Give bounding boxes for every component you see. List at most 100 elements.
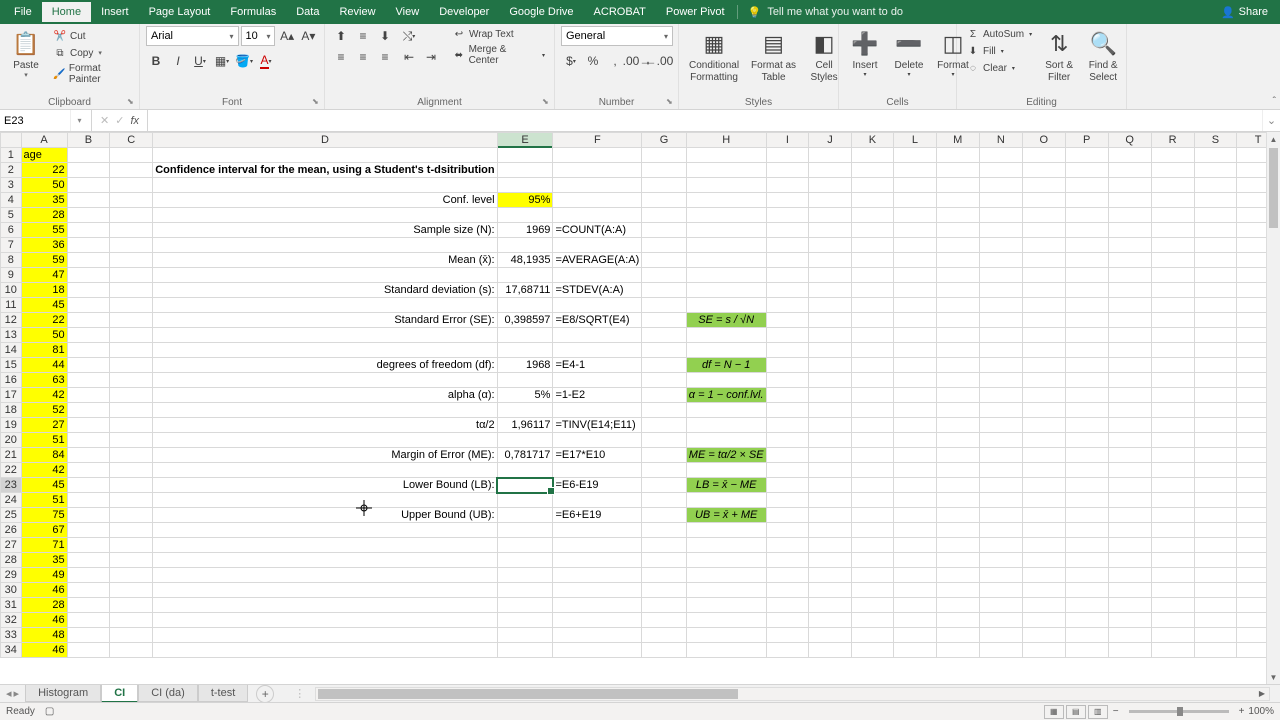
cell-K11[interactable] <box>851 298 894 313</box>
cell-F22[interactable] <box>553 463 642 478</box>
cell-H25[interactable]: UB = x̄ + ME <box>686 508 766 523</box>
col-header-R[interactable]: R <box>1151 133 1194 148</box>
cell-N16[interactable] <box>979 373 1022 388</box>
cell-Q27[interactable] <box>1108 538 1151 553</box>
cell-R31[interactable] <box>1151 598 1194 613</box>
cell-G9[interactable] <box>642 268 686 283</box>
cell-G16[interactable] <box>642 373 686 388</box>
align-left-button[interactable]: ≡ <box>331 47 351 67</box>
cell-G32[interactable] <box>642 613 686 628</box>
cell-B34[interactable] <box>67 643 110 658</box>
sheet-tab-cida[interactable]: CI (da) <box>138 685 198 702</box>
cell-F3[interactable] <box>553 178 642 193</box>
cell-F2[interactable] <box>553 163 642 178</box>
cell-C13[interactable] <box>110 328 153 343</box>
cell-H20[interactable] <box>686 433 766 448</box>
col-header-K[interactable]: K <box>851 133 894 148</box>
cell-C20[interactable] <box>110 433 153 448</box>
cell-C5[interactable] <box>110 208 153 223</box>
col-header-G[interactable]: G <box>642 133 686 148</box>
cell-S32[interactable] <box>1194 613 1237 628</box>
vscroll-thumb[interactable] <box>1269 148 1278 228</box>
cell-B32[interactable] <box>67 613 110 628</box>
cell-O34[interactable] <box>1022 643 1065 658</box>
cell-I14[interactable] <box>766 343 809 358</box>
cell-G33[interactable] <box>642 628 686 643</box>
cell-D30[interactable] <box>153 583 497 598</box>
cell-C14[interactable] <box>110 343 153 358</box>
cell-J3[interactable] <box>809 178 851 193</box>
cell-A21[interactable]: 84 <box>21 448 67 463</box>
cell-N28[interactable] <box>979 553 1022 568</box>
cell-I31[interactable] <box>766 598 809 613</box>
cell-F9[interactable] <box>553 268 642 283</box>
cell-Q30[interactable] <box>1108 583 1151 598</box>
cell-B12[interactable] <box>67 313 110 328</box>
cell-C24[interactable] <box>110 493 153 508</box>
cell-D24[interactable] <box>153 493 497 508</box>
cell-F16[interactable] <box>553 373 642 388</box>
cell-R11[interactable] <box>1151 298 1194 313</box>
collapse-ribbon-button[interactable]: ˆ <box>1273 96 1276 107</box>
cell-N34[interactable] <box>979 643 1022 658</box>
cell-A1[interactable]: age <box>21 148 67 163</box>
cell-N9[interactable] <box>979 268 1022 283</box>
cell-A31[interactable]: 28 <box>21 598 67 613</box>
col-header-L[interactable]: L <box>894 133 936 148</box>
cell-P17[interactable] <box>1065 388 1108 403</box>
cell-C29[interactable] <box>110 568 153 583</box>
cell-E2[interactable] <box>497 163 553 178</box>
cell-S14[interactable] <box>1194 343 1237 358</box>
cell-J12[interactable] <box>809 313 851 328</box>
cell-Q25[interactable] <box>1108 508 1151 523</box>
cell-C30[interactable] <box>110 583 153 598</box>
cell-H3[interactable] <box>686 178 766 193</box>
cell-Q12[interactable] <box>1108 313 1151 328</box>
cell-D25[interactable]: Upper Bound (UB): <box>153 508 497 523</box>
hscroll-thumb[interactable] <box>318 689 738 699</box>
cell-B25[interactable] <box>67 508 110 523</box>
cell-M16[interactable] <box>936 373 979 388</box>
cell-N25[interactable] <box>979 508 1022 523</box>
cell-P27[interactable] <box>1065 538 1108 553</box>
cell-Q16[interactable] <box>1108 373 1151 388</box>
cell-D11[interactable] <box>153 298 497 313</box>
cell-K28[interactable] <box>851 553 894 568</box>
cell-L29[interactable] <box>894 568 936 583</box>
cell-J14[interactable] <box>809 343 851 358</box>
cell-C22[interactable] <box>110 463 153 478</box>
cell-G13[interactable] <box>642 328 686 343</box>
cell-L7[interactable] <box>894 238 936 253</box>
row-header-31[interactable]: 31 <box>1 598 22 613</box>
cell-Q18[interactable] <box>1108 403 1151 418</box>
cell-J27[interactable] <box>809 538 851 553</box>
cell-A24[interactable]: 51 <box>21 493 67 508</box>
cell-G5[interactable] <box>642 208 686 223</box>
cell-G26[interactable] <box>642 523 686 538</box>
cell-M33[interactable] <box>936 628 979 643</box>
cell-E15[interactable]: 1968 <box>497 358 553 373</box>
cell-C33[interactable] <box>110 628 153 643</box>
tab-data[interactable]: Data <box>286 2 329 22</box>
cell-B28[interactable] <box>67 553 110 568</box>
cell-O7[interactable] <box>1022 238 1065 253</box>
cell-S30[interactable] <box>1194 583 1237 598</box>
cell-O22[interactable] <box>1022 463 1065 478</box>
cell-H5[interactable] <box>686 208 766 223</box>
cell-H28[interactable] <box>686 553 766 568</box>
row-header-33[interactable]: 33 <box>1 628 22 643</box>
cell-Q33[interactable] <box>1108 628 1151 643</box>
row-header-25[interactable]: 25 <box>1 508 22 523</box>
cell-L8[interactable] <box>894 253 936 268</box>
cell-L28[interactable] <box>894 553 936 568</box>
cell-R12[interactable] <box>1151 313 1194 328</box>
format-as-table-button[interactable]: ▤Format as Table <box>747 26 800 86</box>
cell-R34[interactable] <box>1151 643 1194 658</box>
cell-H24[interactable] <box>686 493 766 508</box>
row-header-30[interactable]: 30 <box>1 583 22 598</box>
cell-L21[interactable] <box>894 448 936 463</box>
cell-S24[interactable] <box>1194 493 1237 508</box>
spreadsheet-grid[interactable]: ABCDEFGHIJKLMNOPQRST1age222Confidence in… <box>0 132 1280 684</box>
cell-K31[interactable] <box>851 598 894 613</box>
underline-button[interactable]: U▾ <box>190 51 210 71</box>
